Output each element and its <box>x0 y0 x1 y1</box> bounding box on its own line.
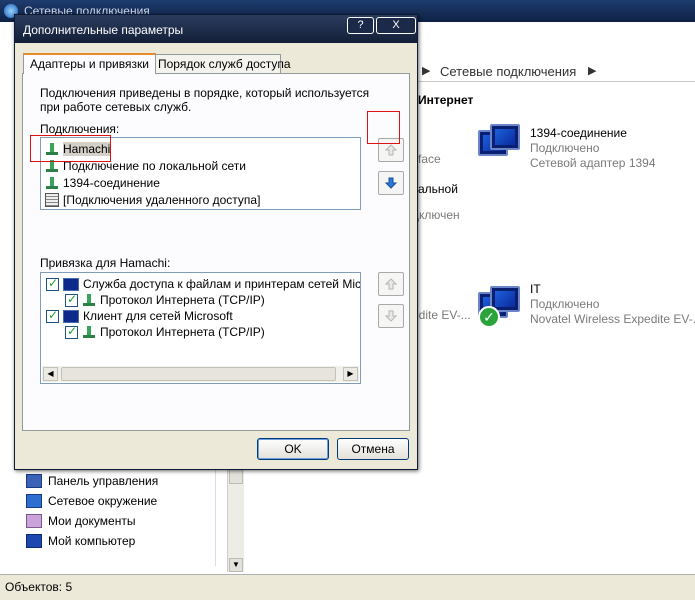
left-pane-scrollbar[interactable]: ▼ <box>227 462 244 572</box>
close-button[interactable]: X <box>376 17 416 34</box>
left-item-network-places[interactable]: Сетевое окружение <box>26 492 157 510</box>
network-connection-icon <box>478 124 524 168</box>
other-places-panel: Панель управления Сетевое окружение Мои … <box>10 462 216 566</box>
network-connection-icon: ✓ <box>478 286 524 330</box>
checkbox[interactable] <box>65 292 78 307</box>
binding-move-down-button[interactable] <box>378 304 404 328</box>
highlight-box-move-up <box>367 111 400 144</box>
connection-status: Подключено <box>530 297 600 311</box>
checkbox[interactable] <box>46 308 59 323</box>
partial-text: rface <box>414 152 441 166</box>
status-text: Объектов: 5 <box>5 580 73 594</box>
scroll-right-icon[interactable]: ▶ <box>343 367 358 381</box>
left-item-label[interactable]: Панель управления <box>48 474 158 488</box>
left-item-control-panel[interactable]: Панель управления <box>26 472 158 490</box>
chevron-right-icon: ▶ <box>588 65 597 77</box>
binding-label-text: Протокол Интернета (TCP/IP) <box>100 325 265 339</box>
binding-item[interactable]: Протокол Интернета (TCP/IP) <box>65 292 265 308</box>
binding-move-up-button[interactable] <box>378 272 404 296</box>
highlight-box-hamachi <box>30 135 111 162</box>
move-down-button[interactable] <box>378 171 404 195</box>
tab-adapters-bindings[interactable]: Адаптеры и привязки <box>23 53 156 74</box>
client-icon <box>63 309 79 323</box>
tab-panel: Подключения приведены в порядке, который… <box>22 73 410 431</box>
connection-item-1394[interactable]: rface 1394-соединение Подключено Сетевой… <box>410 120 695 170</box>
advanced-settings-dialog: Дополнительные параметры ? X Адаптеры и … <box>14 14 418 470</box>
binding-item[interactable]: Служба доступа к файлам и принтерам сете… <box>46 276 361 292</box>
connection-device: Novatel Wireless Expedite EV-... <box>530 312 695 326</box>
connection-name: IT <box>530 282 541 296</box>
connected-check-icon: ✓ <box>478 306 500 328</box>
list-item-label[interactable]: 1394-соединение <box>63 176 160 190</box>
list-item-dialup[interactable]: [Подключения удаленного доступа] <box>45 192 260 208</box>
connection-item-it[interactable]: edite EV-... ✓ IT Подключено Novatel Wir… <box>410 280 695 336</box>
partial-text: альной <box>418 182 458 196</box>
connections-label: Подключения: <box>40 122 120 136</box>
dialog-body: Адаптеры и привязки Порядок служб доступ… <box>22 53 410 431</box>
cancel-button[interactable]: Отмена <box>337 438 409 460</box>
dialog-title: Дополнительные параметры <box>23 23 184 37</box>
list-item-label[interactable]: [Подключения удаленного доступа] <box>63 193 260 207</box>
arrow-up-icon <box>384 278 398 290</box>
network-connection-icon <box>45 176 59 190</box>
chevron-right-icon: ▶ <box>422 65 431 77</box>
left-item-label[interactable]: Мои документы <box>48 514 135 528</box>
help-button[interactable]: ? <box>347 17 374 34</box>
ok-button[interactable]: OK <box>257 438 329 460</box>
connection-status: Подключено <box>530 141 600 155</box>
bindings-tree[interactable]: Служба доступа к файлам и принтерам сете… <box>40 272 361 384</box>
dialup-icon <box>45 193 59 207</box>
binding-label-text: Служба доступа к файлам и принтерам сете… <box>83 277 361 291</box>
address-path[interactable]: Сетевые подключения <box>440 64 576 79</box>
partial-text: дключен <box>412 208 460 222</box>
scroll-left-icon[interactable]: ◀ <box>43 367 58 381</box>
scrollbar-thumb[interactable] <box>61 367 336 381</box>
my-computer-icon <box>26 534 42 548</box>
left-item-my-computer[interactable]: Мой компьютер <box>26 532 135 550</box>
connection-item-lan[interactable]: альной дключен <box>410 180 490 224</box>
partial-text: edite EV-... <box>412 308 471 322</box>
service-icon <box>63 277 79 291</box>
protocol-icon <box>82 293 96 307</box>
status-bar: Объектов: 5 <box>0 574 695 600</box>
checkbox[interactable] <box>46 276 59 291</box>
arrow-up-icon <box>384 144 398 156</box>
left-task-pane: Панель управления Сетевое окружение Мои … <box>0 462 245 572</box>
binding-label: Привязка для Hamachi: <box>40 256 171 270</box>
binding-label-text: Протокол Интернета (TCP/IP) <box>100 293 265 307</box>
control-panel-icon <box>26 474 42 488</box>
left-item-label[interactable]: Сетевое окружение <box>48 494 157 508</box>
binding-item[interactable]: Протокол Интернета (TCP/IP) <box>65 324 265 340</box>
checkbox[interactable] <box>65 324 78 339</box>
protocol-icon <box>82 325 96 339</box>
arrow-down-icon <box>384 177 398 189</box>
binding-label-text: Клиент для сетей Microsoft <box>83 309 233 323</box>
section-header: Интернет <box>418 93 474 107</box>
my-documents-icon <box>26 514 42 528</box>
scroll-down-icon[interactable]: ▼ <box>229 558 243 572</box>
arrow-down-icon <box>384 310 398 322</box>
horizontal-scrollbar[interactable]: ◀ ▶ <box>42 366 359 382</box>
address-bar[interactable]: ▶ Сетевые подключения ▶ <box>410 60 695 82</box>
connection-device: Сетевой адаптер 1394 <box>530 156 656 170</box>
left-item-my-documents[interactable]: Мои документы <box>26 512 135 530</box>
network-places-icon <box>26 494 42 508</box>
list-item-1394[interactable]: 1394-соединение <box>45 175 160 191</box>
binding-item[interactable]: Клиент для сетей Microsoft <box>46 308 233 324</box>
description-text: Подключения приведены в порядке, который… <box>40 86 370 114</box>
connection-name: 1394-соединение <box>530 126 627 140</box>
dialog-titlebar[interactable]: Дополнительные параметры ? X <box>15 15 417 43</box>
left-item-label[interactable]: Мой компьютер <box>48 534 135 548</box>
tab-provider-order[interactable]: Порядок служб доступа <box>151 54 291 74</box>
